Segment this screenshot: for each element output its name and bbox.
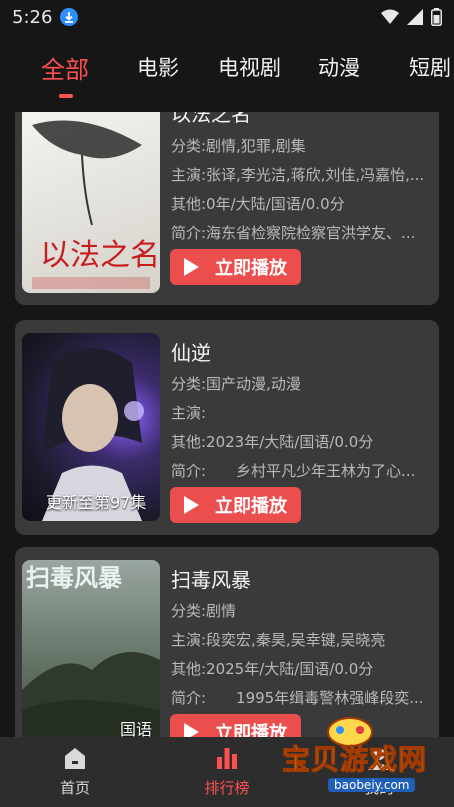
play-button-label: 立即播放: [215, 258, 287, 279]
video-intro: 简介:海东省检察院检察官洪学友、...: [171, 224, 416, 242]
video-title[interactable]: 以法之名: [171, 112, 251, 127]
signal-icon: [407, 9, 423, 25]
poster-artwork: 扫毒风暴: [22, 564, 160, 737]
poster-image[interactable]: 更新至第97集: [22, 333, 160, 521]
video-meta: 其他:2025年/大陆/国语/0.0分: [171, 660, 374, 678]
chart-icon: [217, 748, 237, 769]
video-meta: 其他:2023年/大陆/国语/0.0分: [171, 433, 374, 451]
site-watermark: 宝贝游戏网 baobeiy.com: [281, 716, 432, 800]
tab-anime[interactable]: 动漫: [318, 52, 360, 82]
tab-short-drama[interactable]: 短剧: [409, 52, 451, 82]
tab-tv-series[interactable]: 电视剧: [218, 52, 281, 82]
video-cast: 主演:: [171, 404, 207, 422]
nav-home-label: 首页: [59, 779, 90, 797]
wifi-icon: [381, 9, 399, 24]
video-intro: 简介: 乡村平凡少年王林为了心...: [171, 462, 416, 480]
tab-all[interactable]: 全部: [41, 50, 89, 85]
video-cast: 主演:张译,李光洁,蒋欣,刘佳,冯嘉怡,...: [171, 166, 425, 184]
play-button-label: 立即播放: [215, 496, 287, 517]
nav-ranking[interactable]: 排行榜: [187, 745, 267, 798]
battery-icon: [431, 8, 442, 26]
nav-ranking-label: 排行榜: [204, 779, 250, 797]
home-icon: [65, 748, 85, 769]
video-intro: 简介: 1995年缉毒警林强峰段奕...: [171, 689, 424, 707]
video-card[interactable]: 以法之名 以法之名 分类:剧情,犯罪,剧集 主演:张译,李光洁,蒋欣,刘佳,冯嘉…: [15, 112, 439, 305]
play-icon: [184, 723, 199, 737]
play-now-button[interactable]: 立即播放: [170, 487, 301, 523]
play-icon: [184, 496, 199, 514]
video-category: 分类:国产动漫,动漫: [171, 375, 301, 393]
active-tab-indicator: [59, 94, 73, 98]
video-title[interactable]: 扫毒风暴: [171, 564, 251, 593]
video-list[interactable]: 以法之名 以法之名 分类:剧情,犯罪,剧集 主演:张译,李光洁,蒋欣,刘佳,冯嘉…: [0, 112, 454, 737]
play-icon: [184, 258, 199, 276]
tab-movie[interactable]: 电影: [137, 52, 179, 82]
episode-caption: 更新至第97集: [46, 493, 147, 512]
status-icons: [381, 8, 442, 26]
watermark-url: baobeiy.com: [328, 778, 416, 792]
svg-text:扫毒风暴: 扫毒风暴: [26, 564, 123, 592]
status-bar: 5:26: [0, 0, 454, 34]
status-time: 5:26: [12, 6, 53, 28]
nav-home[interactable]: 首页: [35, 745, 115, 798]
video-title[interactable]: 仙逆: [171, 337, 211, 366]
video-category: 分类:剧情,犯罪,剧集: [171, 137, 306, 155]
poster-image[interactable]: 扫毒风暴 国语: [22, 560, 160, 737]
play-button-label: 立即播放: [215, 723, 287, 737]
poster-artwork: 以法之名: [32, 120, 160, 289]
video-meta: 其他:0年/大陆/国语/0.0分: [171, 195, 345, 213]
video-card[interactable]: 更新至第97集 仙逆 分类:国产动漫,动漫 主演: 其他:2023年/大陆/国语…: [15, 320, 439, 535]
video-cast: 主演:段奕宏,秦昊,吴幸键,吴晓亮: [171, 631, 386, 649]
watermark-name: 宝贝游戏网: [281, 743, 428, 777]
category-tabs: 全部 电影 电视剧 动漫 短剧: [0, 44, 454, 100]
download-icon: [60, 8, 79, 26]
video-category: 分类:剧情: [171, 602, 237, 620]
poster-image[interactable]: 以法之名: [22, 112, 160, 293]
play-now-button[interactable]: 立即播放: [170, 249, 301, 285]
svg-text:以法之名: 以法之名: [40, 238, 160, 273]
language-caption: 国语: [120, 720, 153, 737]
